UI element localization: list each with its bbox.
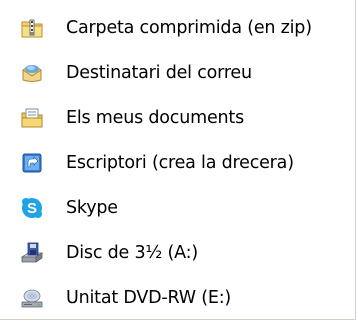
menu-item-label: Els meus documents <box>66 108 244 128</box>
menu-item-desktop-shortcut[interactable]: Escriptori (crea la drecera) <box>0 145 352 181</box>
svg-text:S: S <box>27 200 37 217</box>
zip-folder-icon <box>20 16 44 40</box>
mail-recipient-icon <box>20 61 44 85</box>
floppy-drive-icon <box>20 241 44 265</box>
menu-item-label: Escriptori (crea la drecera) <box>66 153 294 173</box>
my-documents-icon <box>20 106 44 130</box>
menu-item-zip-folder[interactable]: Carpeta comprimida (en zip) <box>0 10 352 46</box>
skype-icon: S <box>20 196 44 220</box>
send-to-submenu: Carpeta comprimida (en zip) Destinatari … <box>0 0 356 320</box>
menu-item-label: Skype <box>66 198 118 218</box>
menu-item-mail-recipient[interactable]: Destinatari del correu <box>0 55 352 91</box>
menu-item-skype[interactable]: S Skype <box>0 190 352 226</box>
menu-item-label: Unitat DVD-RW (E:) <box>66 288 232 308</box>
menu-item-label: Carpeta comprimida (en zip) <box>66 18 312 38</box>
menu-item-floppy-drive[interactable]: Disc de 3½ (A:) <box>0 235 352 271</box>
menu-item-my-documents[interactable]: Els meus documents <box>0 100 352 136</box>
menu-item-dvd-drive[interactable]: Unitat DVD-RW (E:) <box>0 280 352 316</box>
dvd-drive-icon <box>20 286 44 310</box>
menu-item-label: Destinatari del correu <box>66 63 252 83</box>
menu-item-label: Disc de 3½ (A:) <box>66 243 198 263</box>
desktop-shortcut-icon <box>20 151 44 175</box>
